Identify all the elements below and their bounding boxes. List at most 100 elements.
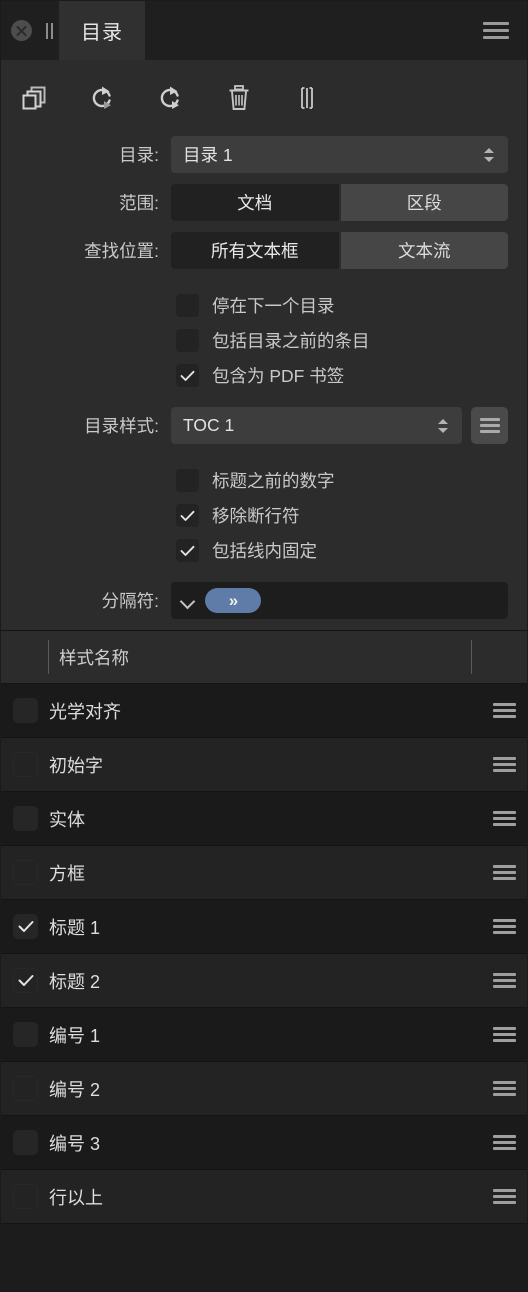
toc-style-menu-button[interactable] <box>471 407 508 444</box>
row-toc: 目录: 目录 1 <box>1 136 508 173</box>
table-row[interactable]: 编号 1 <box>1 1008 527 1062</box>
duplicate-button[interactable] <box>13 76 57 120</box>
row-drag-handle[interactable] <box>481 703 527 718</box>
checkbox-row-include-inline-anchors[interactable]: 包括线内固定 <box>1 533 508 568</box>
delete-icon <box>229 85 249 110</box>
row-style-name: 编号 1 <box>49 1025 101 1046</box>
row-checkbox[interactable] <box>13 1076 38 1101</box>
checkbox-include-inline-anchors[interactable] <box>176 539 199 562</box>
drag-handle-icon <box>492 1135 516 1150</box>
panel-menu-button[interactable] <box>469 1 527 60</box>
row-checkbox[interactable] <box>13 860 38 885</box>
table-row[interactable]: 编号 3 <box>1 1116 527 1170</box>
update-all-button[interactable] <box>149 76 193 120</box>
text-cursor-icon <box>301 87 313 109</box>
delete-button[interactable] <box>217 76 261 120</box>
row-checkbox[interactable] <box>13 968 38 993</box>
table-row[interactable]: 标题 1 <box>1 900 527 954</box>
drag-handle-icon <box>492 703 516 718</box>
checkbox-row-remove-line-breaks[interactable]: 移除断行符 <box>1 498 508 533</box>
separator-token[interactable]: » <box>205 588 261 613</box>
toc-select-value: 目录 1 <box>183 145 233 165</box>
stepper-arrows-icon <box>436 418 450 433</box>
row-checkbox[interactable] <box>13 806 38 831</box>
update-button[interactable] <box>81 76 125 120</box>
tab-toc[interactable]: 目录 <box>59 1 145 60</box>
style-list-header: 样式名称 <box>1 631 527 684</box>
checkbox-label-include-inline-anchors: 包括线内固定 <box>212 541 317 561</box>
row-drag-handle[interactable] <box>481 1189 527 1204</box>
pause-icon[interactable] <box>46 22 53 39</box>
row-drag-handle[interactable] <box>481 1027 527 1042</box>
toc-select[interactable]: 目录 1 <box>171 136 508 173</box>
drag-handle-icon <box>492 811 516 826</box>
toc-style-value: TOC 1 <box>183 415 235 435</box>
field-scope: 文档 区段 <box>171 184 508 221</box>
label-toc: 目录: <box>119 145 159 165</box>
table-row[interactable]: 光学对齐 <box>1 684 527 738</box>
checkbox-stop-next-toc[interactable] <box>176 294 199 317</box>
checkbox-number-before-title[interactable] <box>176 469 199 492</box>
toolbar <box>1 60 527 136</box>
table-row[interactable]: 行以上 <box>1 1170 527 1224</box>
checkbox-row-stop-next-toc[interactable]: 停在下一个目录 <box>1 288 508 323</box>
row-drag-handle[interactable] <box>481 1135 527 1150</box>
scope-option-section[interactable]: 区段 <box>340 184 508 221</box>
toc-style-select[interactable]: TOC 1 <box>171 407 462 444</box>
row-checkbox[interactable] <box>13 1184 38 1209</box>
checkbox-remove-line-breaks[interactable] <box>176 504 199 527</box>
checkbox-label-remove-line-breaks: 移除断行符 <box>212 506 300 526</box>
checkbox-row-number-before-title[interactable]: 标题之前的数字 <box>1 463 508 498</box>
stepper-arrows-icon <box>482 147 496 162</box>
table-row[interactable]: 初始字 <box>1 738 527 792</box>
close-circle-icon[interactable] <box>11 20 32 41</box>
row-drag-handle[interactable] <box>481 1081 527 1096</box>
chevron-down-icon[interactable] <box>181 596 195 605</box>
separator-input[interactable]: » <box>171 582 508 619</box>
checkmark-icon <box>180 545 195 556</box>
row-drag-handle[interactable] <box>481 973 527 988</box>
checkbox-include-before[interactable] <box>176 329 199 352</box>
label-scope: 范围: <box>119 193 159 213</box>
checkbox-row-pdf-bookmarks[interactable]: 包含为 PDF 书签 <box>1 358 508 393</box>
row-style-name: 初始字 <box>49 755 103 776</box>
lookup-option-text-flow[interactable]: 文本流 <box>340 232 508 269</box>
row-drag-handle[interactable] <box>481 865 527 880</box>
checkmark-icon <box>18 975 33 986</box>
checkbox-pdf-bookmarks[interactable] <box>176 364 199 387</box>
row-style-name: 标题 2 <box>49 971 101 992</box>
row-drag-handle[interactable] <box>481 811 527 826</box>
checkbox-row-include-before[interactable]: 包括目录之前的条目 <box>1 323 508 358</box>
table-row[interactable]: 实体 <box>1 792 527 846</box>
row-style-name: 编号 2 <box>49 1079 101 1100</box>
row-checkbox[interactable] <box>13 1130 38 1155</box>
table-row[interactable]: 标题 2 <box>1 954 527 1008</box>
row-style-name: 标题 1 <box>49 917 101 938</box>
field-toc-style: TOC 1 <box>171 407 508 444</box>
row-style-name: 方框 <box>49 863 85 884</box>
checkbox-label-number-before-title: 标题之前的数字 <box>212 471 335 491</box>
table-row[interactable]: 方框 <box>1 846 527 900</box>
drag-handle-icon <box>492 1081 516 1096</box>
row-checkbox[interactable] <box>13 1022 38 1047</box>
table-row[interactable]: 编号 2 <box>1 1062 527 1116</box>
row-checkbox[interactable] <box>13 752 38 777</box>
label-lookup: 查找位置: <box>84 241 159 261</box>
column-header-style-name: 样式名称 <box>59 647 129 668</box>
checkbox-label-stop-next-toc: 停在下一个目录 <box>212 296 335 316</box>
row-drag-handle[interactable] <box>481 919 527 934</box>
lookup-option-all-frames[interactable]: 所有文本框 <box>171 232 339 269</box>
scope-option-document[interactable]: 文档 <box>171 184 339 221</box>
checkmark-icon <box>180 370 195 381</box>
row-drag-handle[interactable] <box>481 757 527 772</box>
row-checkbox[interactable] <box>13 914 38 939</box>
field-toc: 目录 1 <box>171 136 508 173</box>
text-cursor-button[interactable] <box>285 76 329 120</box>
row-scope: 范围: 文档 区段 <box>1 184 508 221</box>
row-style-name: 编号 3 <box>49 1133 101 1154</box>
checkbox-label-pdf-bookmarks: 包含为 PDF 书签 <box>212 366 345 386</box>
row-checkbox[interactable] <box>13 698 38 723</box>
